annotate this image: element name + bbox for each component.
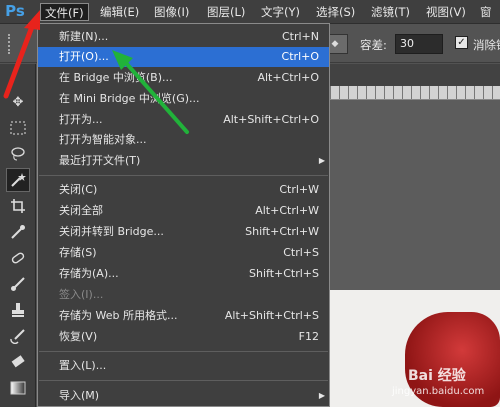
crop-tool-icon[interactable] xyxy=(6,194,30,218)
horizontal-ruler xyxy=(330,86,500,100)
eyedropper-tool-icon[interactable] xyxy=(6,220,30,244)
submenu-arrow-icon: ▶ xyxy=(318,391,325,400)
file-menu-dropdown: 新建(N)... Ctrl+N 打开(O)... Ctrl+O 在 Bridge 中… xyxy=(37,23,330,407)
menu-image[interactable]: 图像(I) xyxy=(150,3,193,21)
menu-filter[interactable]: 滤镜(T) xyxy=(367,3,414,21)
menu-file[interactable]: 文件(F) xyxy=(40,3,89,21)
tolerance-input[interactable]: 30 xyxy=(395,34,443,54)
menu-item-new[interactable]: 新建(N)... Ctrl+N xyxy=(38,27,329,47)
menu-item-open[interactable]: 打开(O)... Ctrl+O xyxy=(38,47,329,67)
options-grip[interactable] xyxy=(8,34,14,54)
menu-item-close-all[interactable]: 关闭全部 Alt+Ctrl+W xyxy=(38,201,329,221)
menu-separator xyxy=(39,175,328,176)
lasso-tool-icon[interactable] xyxy=(6,142,30,166)
menu-select[interactable]: 选择(S) xyxy=(312,3,359,21)
menu-item-revert[interactable]: 恢复(V) F12 xyxy=(38,327,329,347)
menu-item-recent-files[interactable]: 最近打开文件(T) ▶ xyxy=(38,151,329,171)
menu-bar: Ps 文件(F) 编辑(E) 图像(I) 图层(L) 文字(Y) 选择(S) 滤… xyxy=(0,0,500,24)
menu-item-import[interactable]: 导入(M) ▶ xyxy=(38,386,329,406)
tolerance-label: 容差: xyxy=(360,38,387,52)
menu-separator xyxy=(39,380,328,381)
menu-item-save-as[interactable]: 存储为(A)... Shift+Ctrl+S xyxy=(38,264,329,284)
watermark-logo: Bai 经验 xyxy=(408,368,466,384)
menu-item-check-in: 签入(I)... xyxy=(59,288,104,301)
eraser-tool-icon[interactable] xyxy=(6,350,30,374)
marquee-tool-icon[interactable] xyxy=(6,116,30,140)
submenu-arrow-icon: ▶ xyxy=(318,156,325,165)
magic-wand-tool-icon[interactable] xyxy=(6,168,30,192)
menu-item-browse-mini-bridge[interactable]: 在 Mini Bridge 中浏览(G)... xyxy=(38,89,329,109)
menu-edit[interactable]: 编辑(E) xyxy=(96,3,143,21)
menu-item-place[interactable]: 置入(L)... xyxy=(38,356,329,376)
menu-item-close[interactable]: 关闭(C) Ctrl+W xyxy=(38,180,329,200)
menu-type[interactable]: 文字(Y) xyxy=(257,3,304,21)
antialias-checkbox[interactable]: ✓ xyxy=(455,36,468,49)
menu-item-save-for-web[interactable]: 存储为 Web 所用格式... Alt+Shift+Ctrl+S xyxy=(38,306,329,326)
healing-brush-tool-icon[interactable] xyxy=(6,246,30,270)
menu-item-browse-bridge[interactable]: 在 Bridge 中浏览(B)... Alt+Ctrl+O xyxy=(38,68,329,88)
menu-item-open-smart-object[interactable]: 打开为智能对象... xyxy=(38,130,329,150)
watermark-url: jingyan.baidu.com xyxy=(392,386,485,397)
menu-window[interactable]: 窗 xyxy=(476,3,496,21)
menu-separator xyxy=(39,351,328,352)
photoshop-logo: Ps xyxy=(5,2,25,20)
menu-item-open-as[interactable]: 打开为... Alt+Shift+Ctrl+O xyxy=(38,110,329,130)
clone-stamp-tool-icon[interactable] xyxy=(6,298,30,322)
history-brush-tool-icon[interactable] xyxy=(6,324,30,348)
menu-item-save[interactable]: 存储(S) Ctrl+S xyxy=(38,243,329,263)
brush-tool-icon[interactable] xyxy=(6,272,30,296)
antialias-label: 消除锯 xyxy=(473,38,500,52)
menu-item-close-go-bridge[interactable]: 关闭并转到 Bridge... Shift+Ctrl+W xyxy=(38,222,329,242)
menu-layer[interactable]: 图层(L) xyxy=(203,3,249,21)
tools-panel: ✥ xyxy=(0,64,36,407)
move-tool-icon[interactable]: ✥ xyxy=(6,90,30,114)
menu-view[interactable]: 视图(V) xyxy=(422,3,470,21)
gradient-tool-icon[interactable] xyxy=(6,376,30,400)
